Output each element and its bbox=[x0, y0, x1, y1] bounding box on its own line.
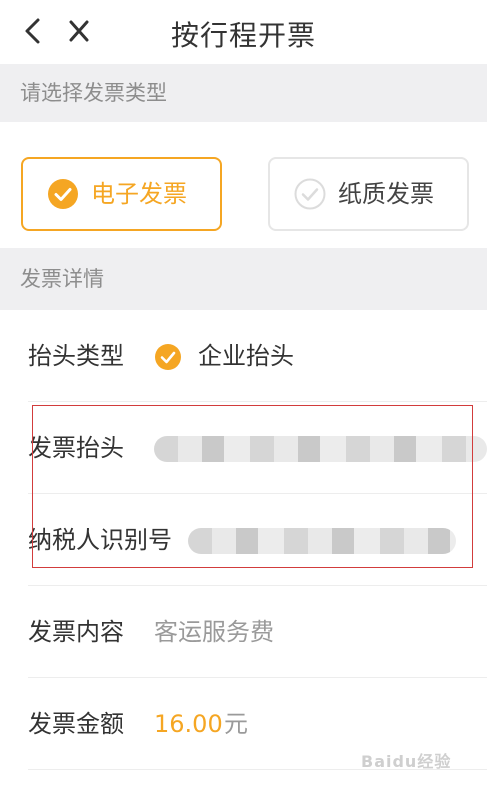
redacted-invoice-title bbox=[154, 436, 487, 462]
section-header-invoice-type: 请选择发票类型 bbox=[0, 64, 487, 122]
row-label: 发票抬头 bbox=[28, 434, 124, 462]
row-invoice-title[interactable]: 发票抬头 bbox=[28, 402, 487, 494]
invoice-amount-unit: 元 bbox=[224, 710, 248, 738]
nav-bar: 按行程开票 bbox=[0, 0, 487, 62]
section-header-invoice-details: 发票详情 bbox=[0, 248, 487, 310]
unchecked-circle-icon bbox=[294, 178, 326, 210]
invoice-content-value: 客运服务费 bbox=[154, 618, 274, 646]
radio-checked-icon[interactable] bbox=[154, 343, 182, 371]
row-label: 发票内容 bbox=[28, 618, 124, 646]
row-title-type: 抬头类型 企业抬头 bbox=[28, 310, 487, 402]
watermark-text: Baidu经验 bbox=[361, 752, 452, 771]
page-title: 按行程开票 bbox=[170, 19, 316, 52]
invoice-amount-value: 16.00 bbox=[154, 710, 223, 738]
row-invoice-content: 发票内容 客运服务费 bbox=[28, 586, 487, 678]
baidu-watermark: Baidu经验 bbox=[361, 738, 461, 774]
row-label: 发票金额 bbox=[28, 710, 124, 738]
option-paper-invoice[interactable]: 纸质发票 bbox=[268, 157, 469, 231]
option-electronic-invoice[interactable]: 电子发票 bbox=[21, 157, 222, 231]
option-label: 电子发票 bbox=[91, 180, 187, 208]
row-label: 抬头类型 bbox=[28, 342, 124, 370]
row-tax-id[interactable]: 纳税人识别号 bbox=[28, 494, 487, 586]
title-type-value[interactable]: 企业抬头 bbox=[198, 310, 294, 402]
redacted-tax-id bbox=[188, 528, 456, 554]
row-label: 纳税人识别号 bbox=[28, 526, 172, 554]
option-label: 纸质发票 bbox=[338, 180, 434, 208]
check-circle-icon bbox=[48, 179, 78, 209]
